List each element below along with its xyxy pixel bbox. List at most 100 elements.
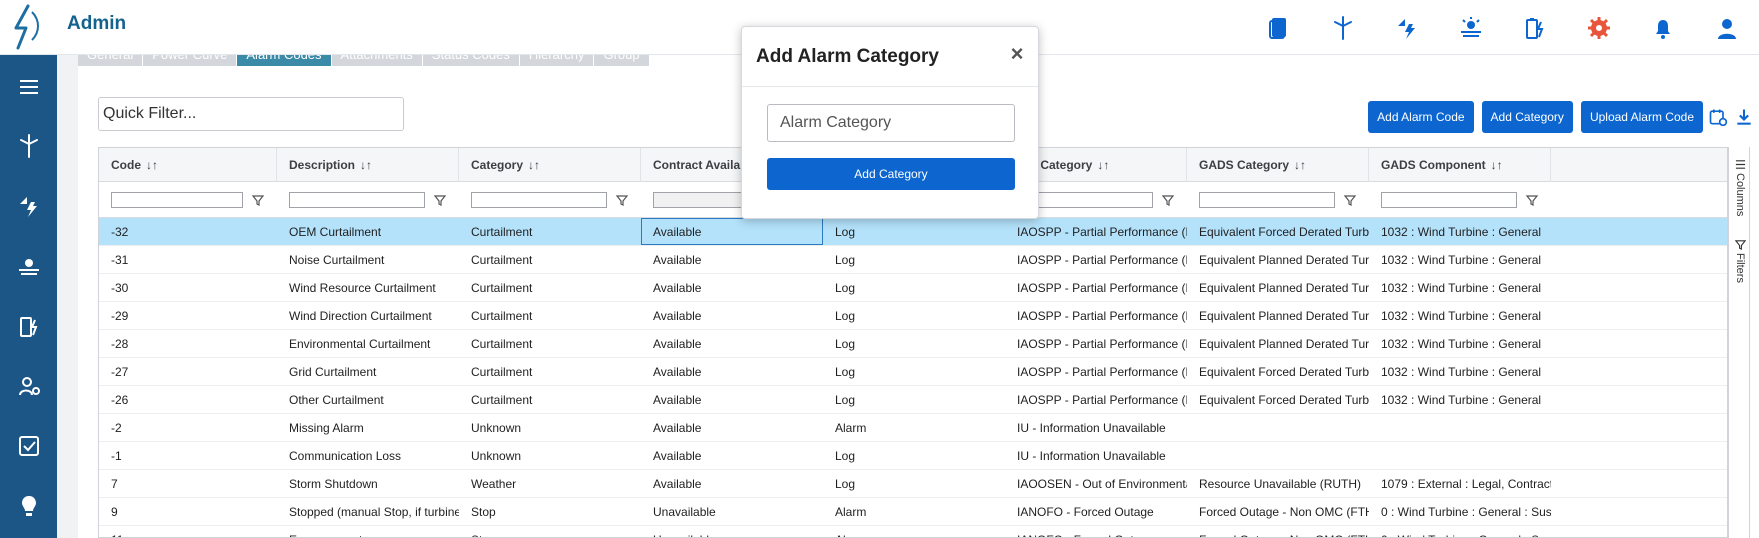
column-header-gads-category[interactable]: GADS Category ↓↑ (1187, 148, 1369, 182)
cell-contract-availability[interactable]: Available (641, 386, 823, 413)
cell-description[interactable]: Missing Alarm (277, 414, 459, 441)
sort-icon[interactable]: ↓↑ (1491, 158, 1503, 172)
cell-gads-component[interactable]: 0 : Wind Turbine : General : Suspe (1369, 498, 1551, 525)
sort-icon[interactable]: ↓↑ (1294, 158, 1306, 172)
add-category-submit-button[interactable]: Add Category (767, 158, 1015, 190)
tab-status-codes[interactable]: Status Codes (422, 55, 519, 66)
columns-tab[interactable]: Columns (1729, 159, 1751, 216)
cell-description[interactable]: Grid Curtailment (277, 358, 459, 385)
cell-contract-availability[interactable]: Available (641, 274, 823, 301)
cell-code[interactable]: 9 (99, 498, 277, 525)
cell-contract-availability[interactable]: Available (641, 414, 823, 441)
cell-action[interactable]: Log (823, 470, 1005, 497)
solar-icon[interactable] (1439, 8, 1503, 48)
column-header-code[interactable]: Code ↓↑ (99, 148, 277, 182)
column-filter-input[interactable] (1199, 192, 1335, 208)
cell-gads-component[interactable]: 1079 : External : Legal, Contractu (1369, 470, 1551, 497)
battery-icon[interactable] (0, 306, 57, 346)
upload-alarm-code-button[interactable]: Upload Alarm Code (1580, 101, 1703, 133)
cell-iec-category[interactable]: IANOFO - Forced Outage (1005, 498, 1187, 525)
cell-iec-category[interactable]: IAOSPP - Partial Performance (De (1005, 386, 1187, 413)
cell-action[interactable]: Log (823, 274, 1005, 301)
filter-icon[interactable] (251, 193, 265, 207)
cell-action[interactable]: Log (823, 386, 1005, 413)
cell-action[interactable]: Log (823, 218, 1005, 245)
cell-contract-availability[interactable]: Available (641, 330, 823, 357)
cell-gads-category[interactable]: Equivalent Planned Derated Turbin (1187, 274, 1369, 301)
alarm-category-input[interactable] (767, 104, 1015, 142)
cell-category[interactable]: Unknown (459, 442, 641, 469)
tab-group[interactable]: Group (594, 55, 649, 66)
cell-iec-category[interactable]: IAOSPP - Partial Performance (De (1005, 330, 1187, 357)
cell-gads-category[interactable] (1187, 442, 1369, 469)
sort-icon[interactable]: ↓↑ (146, 158, 158, 172)
column-header-description[interactable]: Description ↓↑ (277, 148, 459, 182)
cell-category[interactable]: Weather (459, 470, 641, 497)
cell-code[interactable]: -31 (99, 246, 277, 273)
cell-gads-category[interactable]: Equivalent Planned Derated Turbin (1187, 302, 1369, 329)
cell-contract-availability[interactable]: Available (641, 442, 823, 469)
sort-icon[interactable]: ↓↑ (528, 158, 540, 172)
tab-hierarchy[interactable]: Hierarchy (519, 55, 594, 66)
cell-description[interactable]: Wind Resource Curtailment (277, 274, 459, 301)
column-header-category[interactable]: Category ↓↑ (459, 148, 641, 182)
cell-iec-category[interactable]: IAOSPP - Partial Performance (De (1005, 246, 1187, 273)
table-row[interactable]: -31 Noise Curtailment Curtailment Available… (99, 246, 1727, 274)
cell-gads-category[interactable]: Resource Unavailable (RUTH) (1187, 470, 1369, 497)
weather-icon[interactable] (1375, 8, 1439, 48)
table-row[interactable]: -2 Missing Alarm Unknown Available Alarm IU -… (99, 414, 1727, 442)
cell-iec-category[interactable]: IANOFO - Forced Outage (1005, 526, 1187, 537)
cell-category[interactable]: Curtailment (459, 218, 641, 245)
cell-iec-category[interactable]: IU - Information Unavailable (1005, 442, 1187, 469)
column-filter-input[interactable] (111, 192, 243, 208)
cell-code[interactable]: -26 (99, 386, 277, 413)
table-row[interactable]: -28 Environmental Curtailment Curtailment A… (99, 330, 1727, 358)
cell-iec-category[interactable]: IAOOSEN - Out of Environmental S (1005, 470, 1187, 497)
menu-icon[interactable] (0, 67, 57, 107)
cell-action[interactable]: Alarm (823, 498, 1005, 525)
sort-icon[interactable]: ↓↑ (1097, 158, 1109, 172)
cell-gads-component[interactable] (1369, 442, 1551, 469)
cell-contract-availability[interactable]: Available (641, 358, 823, 385)
cell-code[interactable]: 7 (99, 470, 277, 497)
cell-contract-availability[interactable]: Available (641, 246, 823, 273)
table-row[interactable]: -27 Grid Curtailment Curtailment Available L… (99, 358, 1727, 386)
bell-icon[interactable] (1631, 8, 1695, 48)
cell-iec-category[interactable]: IAOSPP - Partial Performance (De (1005, 218, 1187, 245)
cell-gads-component[interactable]: 1032 : Wind Turbine : General (1369, 330, 1551, 357)
filters-tab[interactable]: Filters (1729, 239, 1751, 283)
cell-contract-availability[interactable]: Unavailable (641, 498, 823, 525)
solar-icon[interactable] (0, 246, 57, 286)
cell-description[interactable]: Wind Direction Curtailment (277, 302, 459, 329)
cell-gads-category[interactable]: Equivalent Planned Derated Turbin (1187, 330, 1369, 357)
add-alarm-code-button[interactable]: Add Alarm Code (1368, 101, 1474, 133)
column-filter-input[interactable] (471, 192, 607, 208)
cell-code[interactable]: -1 (99, 442, 277, 469)
cell-action[interactable]: Log (823, 358, 1005, 385)
cell-contract-availability[interactable]: Available (641, 470, 823, 497)
book-icon[interactable] (1247, 8, 1311, 48)
cell-gads-component[interactable]: 1032 : Wind Turbine : General (1369, 358, 1551, 385)
tab-alarm-codes[interactable]: Alarm Codes (237, 55, 331, 66)
cell-contract-availability[interactable]: Available (641, 302, 823, 329)
table-row[interactable]: -29 Wind Direction Curtailment Curtailment… (99, 302, 1727, 330)
cell-description[interactable]: Storm Shutdown (277, 470, 459, 497)
cell-gads-category[interactable]: Equivalent Forced Derated Turbine (1187, 218, 1369, 245)
cell-gads-component[interactable]: 1032 : Wind Turbine : General (1369, 246, 1551, 273)
cell-category[interactable]: Stop (459, 526, 641, 537)
cell-gads-category[interactable]: Forced Outage - Non OMC (FTH) (1187, 498, 1369, 525)
gear-icon[interactable] (1567, 8, 1631, 48)
logo-icon[interactable] (6, 2, 48, 52)
filter-icon[interactable] (433, 193, 447, 207)
column-filter-input[interactable] (1381, 192, 1517, 208)
table-row[interactable]: -30 Wind Resource Curtailment Curtailment A… (99, 274, 1727, 302)
cell-category[interactable]: Curtailment (459, 358, 641, 385)
tab-power-curve[interactable]: Power Curve (143, 55, 237, 66)
filter-icon[interactable] (1161, 193, 1175, 207)
cell-description[interactable]: Communication Loss (277, 442, 459, 469)
cell-iec-category[interactable]: IAOSPP - Partial Performance (De (1005, 358, 1187, 385)
table-row[interactable]: 11Emergency stopStopUnavailableAlarmIANO… (99, 526, 1727, 537)
table-row[interactable]: 7 Storm Shutdown Weather Available Log IAOOSE… (99, 470, 1727, 498)
cell-code[interactable]: -30 (99, 274, 277, 301)
table-row[interactable]: -1 Communication Loss Unknown Available Log I… (99, 442, 1727, 470)
